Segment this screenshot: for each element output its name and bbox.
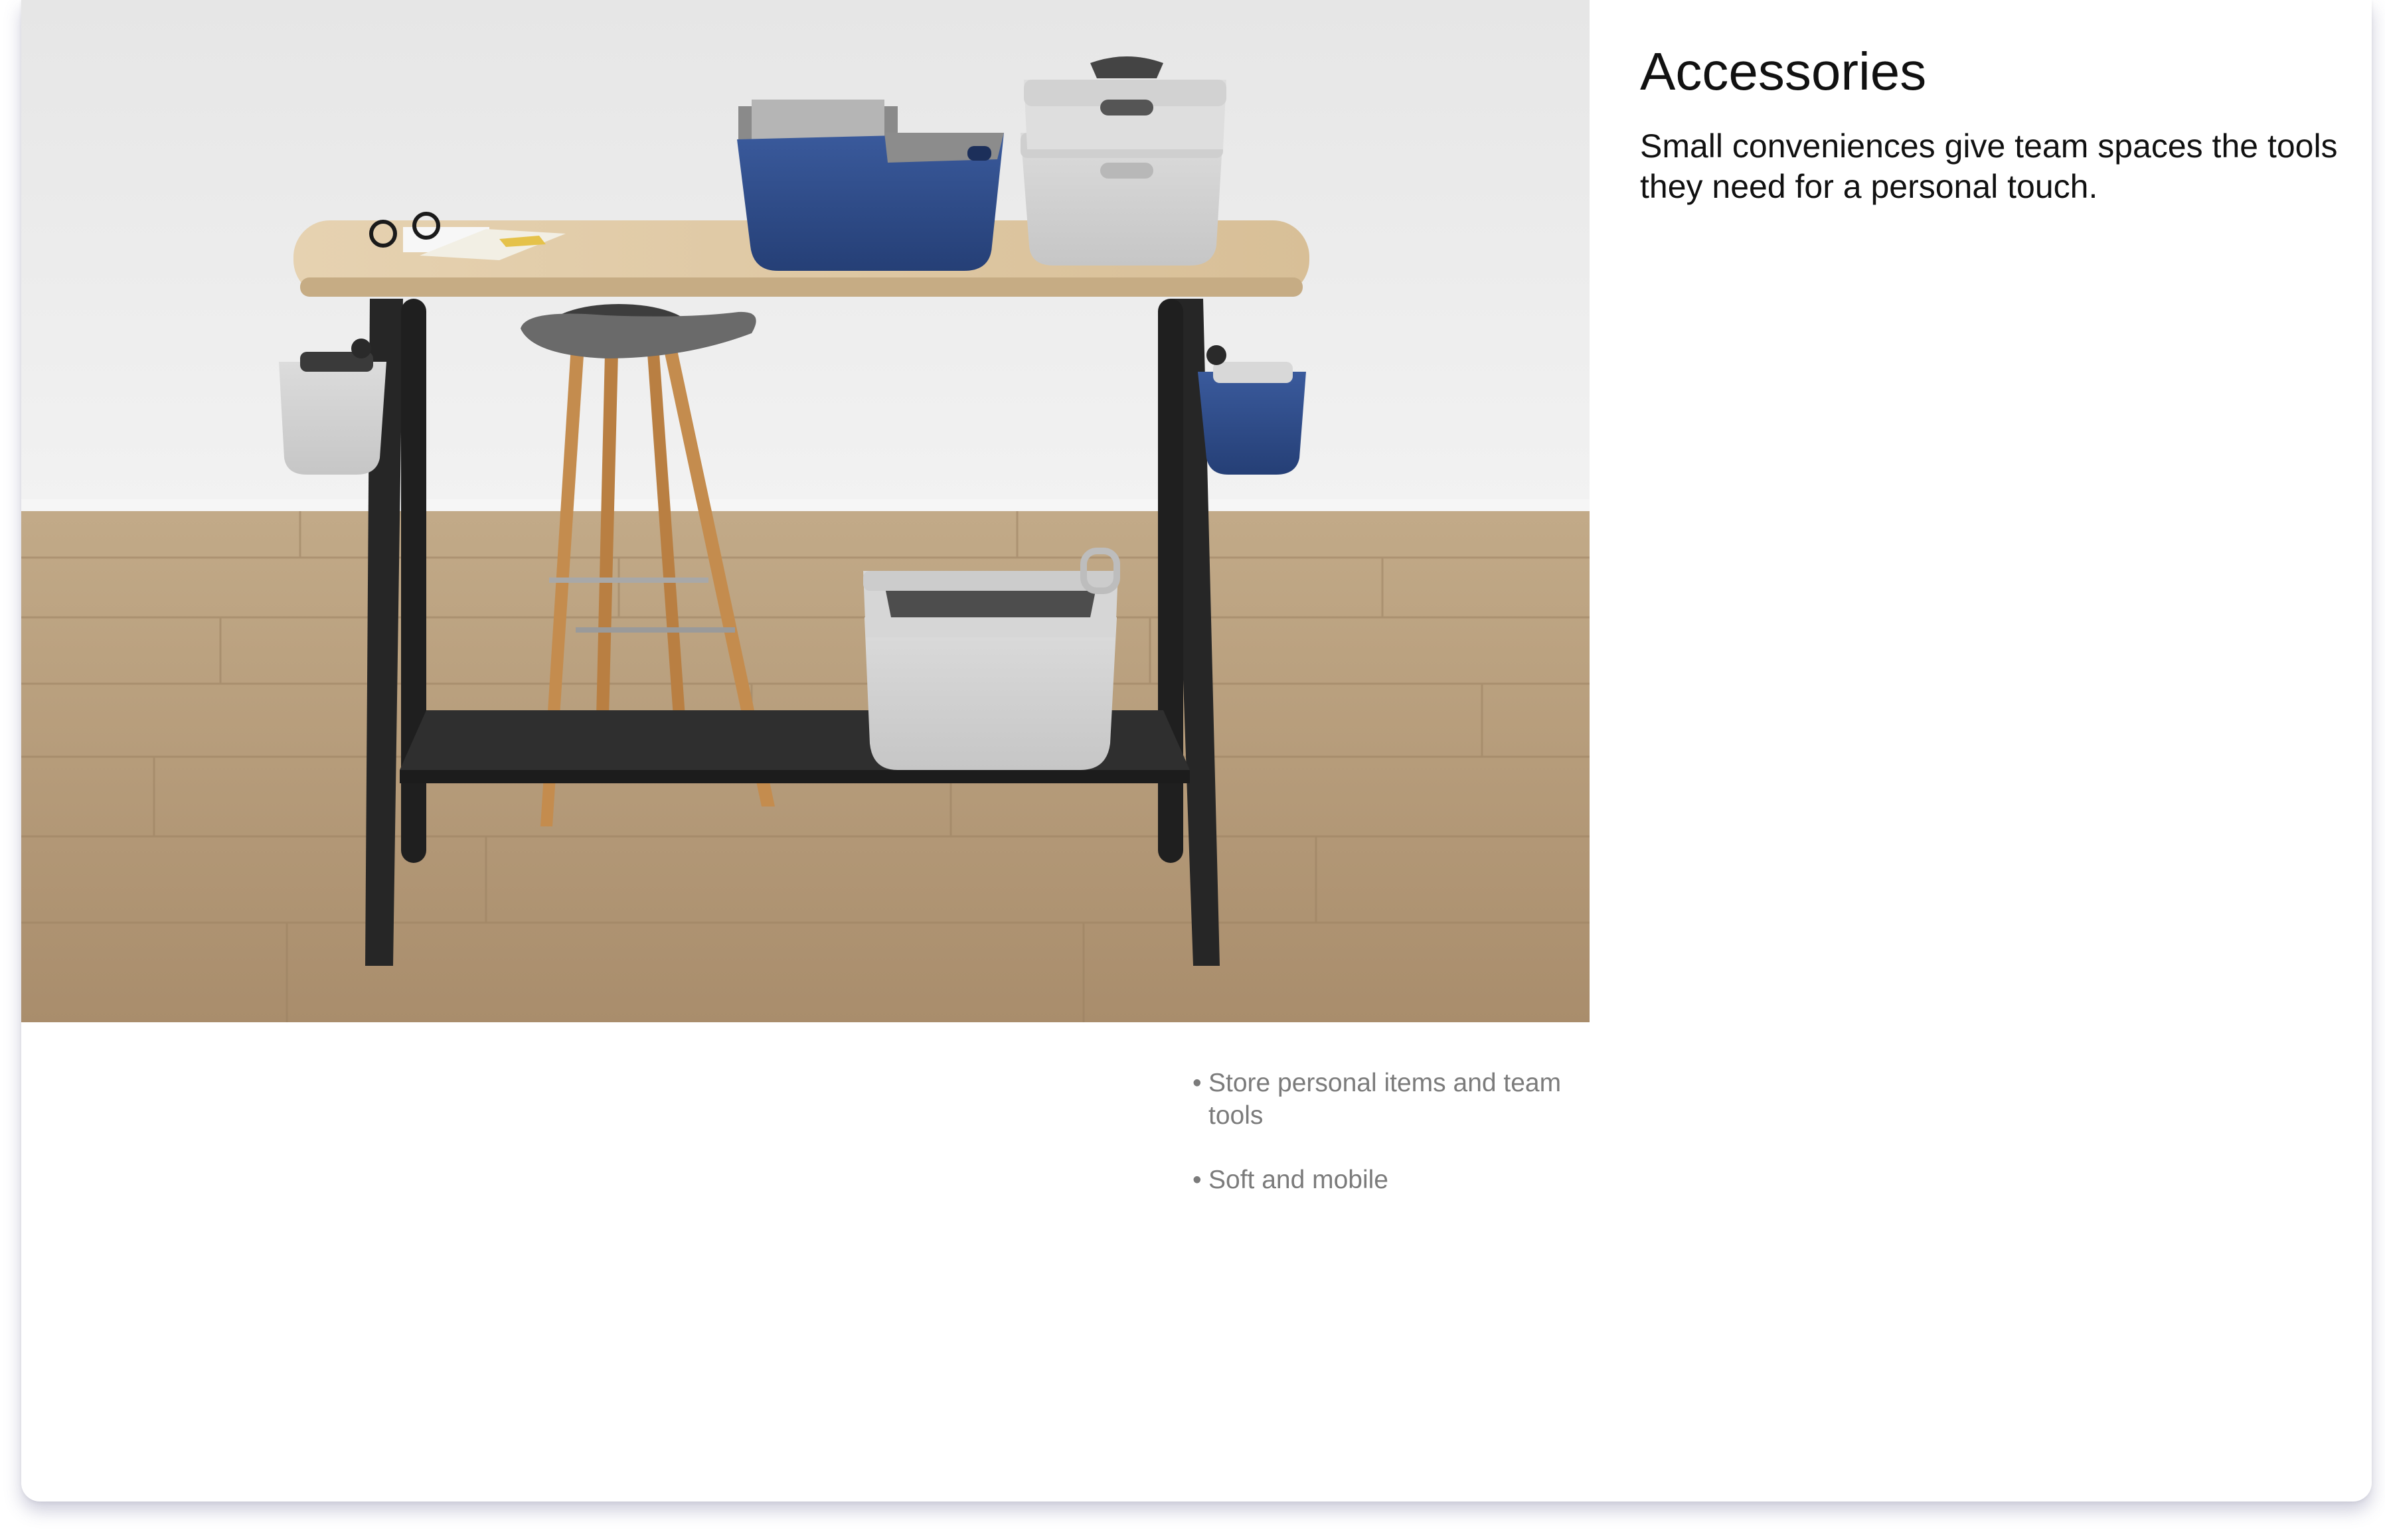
feature-item: • Soft and mobile: [1192, 1164, 1564, 1196]
product-photo: [21, 0, 1590, 1022]
blue-hanging-cup: [1198, 345, 1306, 475]
gray-felt-bins-top: [1021, 56, 1226, 266]
gray-felt-bins-shelf: [863, 548, 1120, 770]
feature-item: • Store personal items and team tools: [1192, 1067, 1564, 1132]
section-description: Small conveniences give team spaces the …: [1640, 127, 2338, 205]
content-card: Accessories Small conveniences give team…: [21, 0, 2372, 1502]
feature-text: Soft and mobile: [1208, 1166, 1389, 1194]
baseboard: [21, 499, 1590, 512]
info-panel: Accessories Small conveniences give team…: [1640, 40, 2344, 207]
bullet-icon: •: [1192, 1166, 1202, 1194]
feature-text: Store personal items and team tools: [1208, 1069, 1562, 1130]
feature-list: • Store personal items and team tools • …: [1192, 1067, 1564, 1228]
bullet-icon: •: [1192, 1069, 1202, 1097]
section-title: Accessories: [1640, 42, 1927, 101]
